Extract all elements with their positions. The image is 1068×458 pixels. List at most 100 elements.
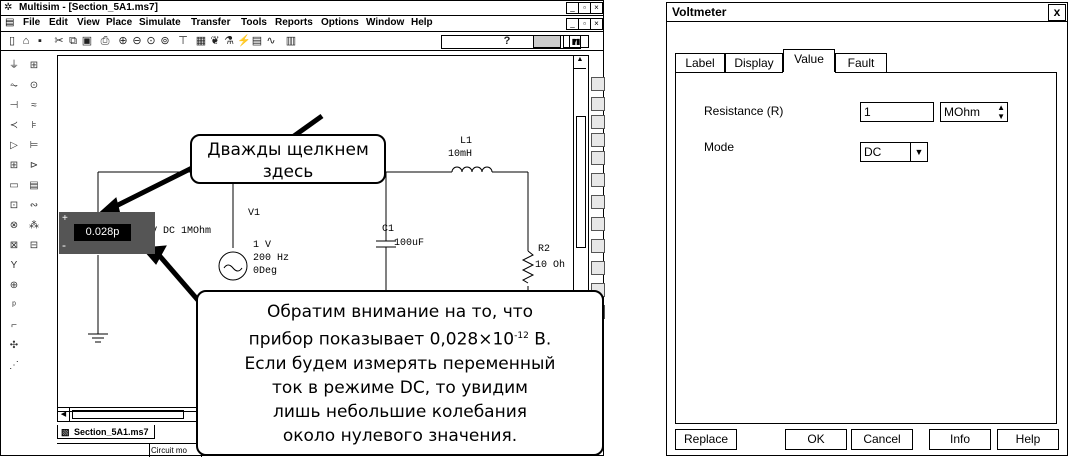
chevron-down-icon[interactable]: ▼: [910, 143, 927, 161]
wattmeter-icon[interactable]: [591, 115, 605, 129]
ok-button[interactable]: OK: [785, 429, 847, 450]
cut-icon[interactable]: ✂: [53, 35, 65, 47]
toolbar: ▯ ⌂ ▪ ✂ ⧉ ▣ ⎙ ⊕ ⊖ ⊙ ⊚ ⊤ ▦ ❦ ⚗ ⚡ ▤ ∿ ▥ ▼ …: [1, 32, 603, 51]
zoom-area-icon[interactable]: ⊙: [145, 35, 157, 47]
analysis-icon[interactable]: ⚗: [223, 35, 235, 47]
cmos-icon[interactable]: ▭: [7, 179, 21, 193]
misc-digital-icon[interactable]: ⊡: [7, 199, 21, 213]
mixed-icon[interactable]: ⊗: [7, 219, 21, 233]
status-cell-empty: [57, 444, 150, 457]
explanation-line5: лишь небольшие колебания: [273, 401, 527, 422]
menu-window[interactable]: Window: [366, 17, 404, 28]
multimeter-icon[interactable]: [591, 77, 605, 91]
info-button[interactable]: Info: [929, 429, 991, 450]
rf-icon[interactable]: ⊕: [7, 279, 21, 293]
resistance-unit-spinner[interactable]: MOhm ▲ ▼: [940, 102, 1008, 122]
transistor-icon[interactable]: ≺: [7, 119, 21, 133]
menu-tools[interactable]: Tools: [241, 17, 267, 28]
frequency-counter-icon[interactable]: [591, 195, 605, 209]
opamp-icon[interactable]: ▷: [7, 139, 21, 153]
resistance-label: Resistance (R): [704, 104, 784, 118]
virtual-analog-icon[interactable]: ⊨: [27, 139, 41, 153]
virtual-rated-icon[interactable]: ⁂: [27, 219, 41, 233]
indicator-icon[interactable]: ⊠: [7, 239, 21, 253]
doc-close-button[interactable]: ×: [590, 18, 603, 30]
resistor-icon[interactable]: ⏦: [7, 79, 21, 93]
save-icon[interactable]: ▪: [34, 35, 46, 47]
spinner-arrows-icon[interactable]: ▲ ▼: [997, 103, 1005, 121]
word-generator-icon[interactable]: [591, 217, 605, 231]
tab-section-5a1[interactable]: ▧ Section_5A1.ms7: [57, 425, 155, 439]
scroll-thumb[interactable]: [576, 116, 586, 248]
doc-icon: ▤: [5, 17, 15, 28]
scroll-up-icon[interactable]: ▲: [574, 56, 586, 69]
probe-icon[interactable]: ✣: [7, 339, 21, 353]
menu-reports[interactable]: Reports: [275, 17, 313, 28]
close-icon[interactable]: x: [1048, 4, 1066, 21]
replace-button[interactable]: Replace: [675, 429, 737, 450]
zoom-in-icon[interactable]: ⊕: [117, 35, 129, 47]
menu-edit[interactable]: Edit: [49, 17, 68, 28]
help-button[interactable]: Help: [997, 429, 1059, 450]
virtual-diode-icon[interactable]: ≈: [27, 99, 41, 113]
tab-value[interactable]: Value: [783, 49, 835, 73]
ladder-icon[interactable]: ⌐: [7, 319, 21, 333]
misc-icon[interactable]: Y: [7, 259, 21, 273]
paste-icon[interactable]: ▣: [81, 35, 93, 47]
source-icon[interactable]: ⏚: [7, 59, 21, 73]
grid-icon[interactable]: ▦: [195, 35, 207, 47]
pause-button[interactable]: ▮▮: [563, 35, 589, 48]
logic-converter-icon[interactable]: [591, 261, 605, 275]
mode-dropdown[interactable]: DC ▼: [860, 142, 928, 162]
oscilloscope-icon[interactable]: [591, 133, 605, 147]
component-icon[interactable]: ❦: [209, 35, 221, 47]
ttl-icon[interactable]: ⊞: [7, 159, 21, 173]
run-switch[interactable]: [533, 35, 561, 48]
menu-file[interactable]: File: [23, 17, 40, 28]
function-generator-icon[interactable]: [591, 97, 605, 111]
diode-icon[interactable]: ⊣: [7, 99, 21, 113]
voltmeter-component[interactable]: + - 0.028p: [59, 212, 155, 254]
close-button[interactable]: ×: [590, 2, 603, 14]
virtual-transistor-icon[interactable]: ⊧: [27, 119, 41, 133]
grapher-icon[interactable]: ⚡: [237, 35, 251, 47]
scroll-left-icon[interactable]: ◀: [58, 408, 70, 421]
open-icon[interactable]: ⌂: [20, 35, 32, 47]
bode-plotter-icon[interactable]: [591, 173, 605, 187]
hscroll-thumb[interactable]: [72, 410, 184, 419]
menu-view[interactable]: View: [77, 17, 100, 28]
instrument-icon[interactable]: ∿: [265, 35, 277, 47]
menu-place[interactable]: Place: [106, 17, 132, 28]
cancel-button[interactable]: Cancel: [851, 429, 913, 450]
new-icon[interactable]: ▯: [6, 35, 18, 47]
help-icon[interactable]: ?: [501, 35, 513, 47]
virtual-power-icon[interactable]: ∾: [27, 199, 41, 213]
menu-options[interactable]: Options: [321, 17, 359, 28]
hierarchy-icon[interactable]: ⊤: [177, 35, 189, 47]
dialog-title: Voltmeter: [672, 5, 727, 19]
logic-analyzer-icon[interactable]: [591, 239, 605, 253]
four-channel-scope-icon[interactable]: [591, 151, 605, 165]
electromech-icon[interactable]: ᵖ: [7, 299, 21, 313]
zoom-fit-icon[interactable]: ⊚: [159, 35, 171, 47]
zoom-out-icon[interactable]: ⊖: [131, 35, 143, 47]
tab-label[interactable]: Label: [675, 53, 725, 73]
status-cell-mode: Circuit mo: [149, 444, 202, 457]
virtual-source-icon[interactable]: ⊞: [27, 59, 41, 73]
list-icon[interactable]: ▥: [285, 35, 297, 47]
menu-help[interactable]: Help: [411, 17, 433, 28]
virtual-3d-icon[interactable]: ⊟: [27, 239, 41, 253]
explanation-line4: ток в режиме DC, то увидим: [272, 377, 528, 398]
tab-fault[interactable]: Fault: [835, 53, 887, 73]
virtual-basic-icon[interactable]: ⊙: [27, 79, 41, 93]
virtual-misc-icon[interactable]: ⊳: [27, 159, 41, 173]
menu-transfer[interactable]: Transfer: [191, 17, 230, 28]
menu-simulate[interactable]: Simulate: [139, 17, 181, 28]
copy-icon[interactable]: ⧉: [67, 35, 79, 47]
virtual-measure-icon[interactable]: ▤: [27, 179, 41, 193]
postprocessor-icon[interactable]: ▤: [251, 35, 263, 47]
print-icon[interactable]: ⎙: [99, 35, 111, 47]
resistance-input[interactable]: 1: [860, 102, 934, 122]
bus-icon[interactable]: ⋰: [7, 359, 21, 373]
tab-display[interactable]: Display: [725, 53, 783, 73]
